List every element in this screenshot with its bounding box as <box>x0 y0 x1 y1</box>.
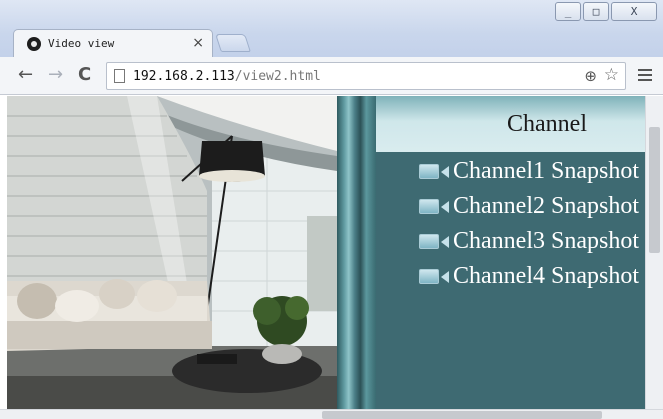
channel-item-3[interactable]: Channel3 Snapshot <box>376 224 645 259</box>
zoom-icon[interactable]: ⊕ <box>584 67 597 85</box>
camera-icon <box>419 269 449 284</box>
new-tab-button[interactable] <box>215 34 251 52</box>
reload-icon[interactable]: C <box>78 65 91 85</box>
channel-label: Channel2 Snapshot <box>453 193 639 219</box>
channel-label: Channel3 Snapshot <box>453 228 639 254</box>
camera-icon <box>419 199 449 214</box>
channel-item-1[interactable]: Channel1 Snapshot <box>376 154 645 189</box>
camera-favicon-icon <box>27 36 41 51</box>
channel-list: Channel1 Snapshot Channel2 Snapshot Chan… <box>376 152 645 294</box>
tab-close-icon[interactable]: × <box>192 35 204 51</box>
channel-item-2[interactable]: Channel2 Snapshot <box>376 189 645 224</box>
channel-panel: Channel Channel1 Snapshot Channel2 Snaps… <box>376 96 645 419</box>
address-bar[interactable]: 192.168.2.113/view2.html ⊕ ☆ <box>106 62 626 90</box>
channel-label: Channel1 Snapshot <box>453 158 639 184</box>
back-arrow-icon[interactable]: ← <box>18 65 33 85</box>
forward-arrow-icon[interactable]: → <box>48 65 63 85</box>
horizontal-scrollbar-thumb[interactable] <box>322 411 602 419</box>
url-path: /view2.html <box>234 68 321 84</box>
camera-icon <box>419 234 449 249</box>
video-feed[interactable] <box>7 96 337 409</box>
hamburger-menu-icon[interactable] <box>638 69 652 84</box>
channel-label: Channel4 Snapshot <box>453 263 639 289</box>
panel-divider[interactable] <box>337 96 376 419</box>
minimize-button[interactable]: _ <box>555 2 581 21</box>
camera-icon <box>419 164 449 179</box>
window-titlebar: _ □ X Video view × <box>0 0 663 57</box>
channel-item-4[interactable]: Channel4 Snapshot <box>376 259 645 294</box>
video-frame-image <box>7 96 337 409</box>
vertical-scrollbar-thumb[interactable] <box>649 127 660 253</box>
tab-title: Video view <box>48 37 115 50</box>
vertical-scrollbar[interactable] <box>645 96 663 409</box>
url-host: 192.168.2.113 <box>133 68 235 84</box>
channel-header-label: Channel <box>507 110 587 137</box>
maximize-button[interactable]: □ <box>583 2 609 21</box>
browser-tab[interactable]: Video view × <box>13 29 213 57</box>
window-controls: _ □ X <box>555 2 657 21</box>
horizontal-scrollbar[interactable] <box>0 409 663 419</box>
page-icon <box>114 69 125 83</box>
channel-header: Channel <box>376 96 645 152</box>
page-viewport: Channel Channel1 Snapshot Channel2 Snaps… <box>0 96 663 419</box>
close-window-button[interactable]: X <box>611 2 657 21</box>
bookmark-star-icon[interactable]: ☆ <box>604 65 619 85</box>
browser-toolbar: ← → C 192.168.2.113/view2.html ⊕ ☆ <box>0 57 663 95</box>
